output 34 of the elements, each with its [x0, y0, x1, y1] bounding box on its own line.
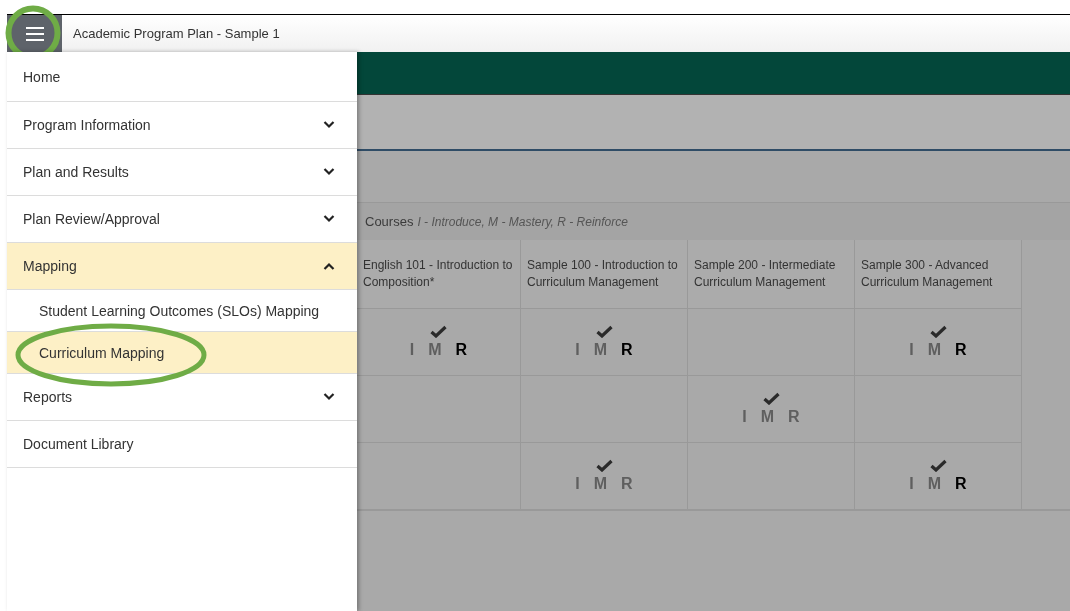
table-caption: Courses I - Introduce, M - Mastery, R - Reinforce	[357, 202, 1070, 240]
checkmark-icon	[762, 392, 780, 405]
level-letter[interactable]: R	[788, 408, 800, 426]
level-letter[interactable]: M	[927, 341, 942, 359]
level-letter[interactable]: I	[909, 475, 914, 493]
chevron-down-icon	[323, 168, 335, 176]
checkmark-icon	[430, 325, 447, 338]
chevron-down-icon	[323, 393, 335, 401]
chevron-down-icon	[323, 215, 335, 223]
level-letter[interactable]: M	[927, 475, 942, 493]
level-letter[interactable]: R	[621, 341, 633, 359]
level-letter[interactable]: M	[760, 408, 775, 426]
level-letter[interactable]: M	[593, 341, 608, 359]
submenu-item[interactable]: Curriculum Mapping	[7, 332, 357, 374]
level-letter[interactable]: I	[409, 341, 415, 359]
level-letter[interactable]: M	[593, 475, 608, 493]
checkmark-icon	[929, 325, 947, 338]
level-letter[interactable]: I	[742, 408, 747, 426]
menu-item[interactable]: Mapping	[7, 243, 357, 290]
level-letter[interactable]: R	[955, 341, 967, 359]
level-letter[interactable]: I	[909, 341, 914, 359]
checkmark-icon	[929, 459, 947, 472]
menu-icon	[25, 26, 44, 41]
level-letter[interactable]: I	[575, 475, 580, 493]
level-letter[interactable]: R	[955, 475, 967, 493]
level-letter[interactable]: M	[428, 341, 442, 359]
chevron-down-icon	[323, 121, 335, 129]
page-title: Academic Program Plan - Sample 1	[73, 26, 280, 41]
checkmark-icon	[595, 325, 613, 338]
level-letter[interactable]: R	[455, 341, 468, 359]
level-letter[interactable]: I	[575, 341, 580, 359]
level-letter[interactable]: R	[621, 475, 633, 493]
chevron-up-icon	[323, 262, 335, 270]
checkmark-icon	[595, 459, 613, 472]
